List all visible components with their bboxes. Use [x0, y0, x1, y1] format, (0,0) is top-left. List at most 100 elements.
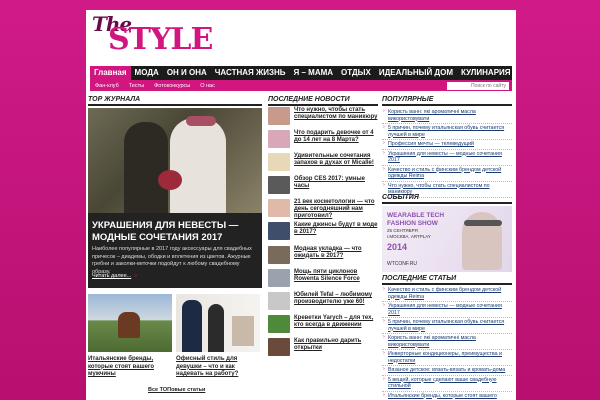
- nav-item-private-life[interactable]: ЧАСТНАЯ ЖИЗНЬ: [211, 66, 290, 80]
- list-item[interactable]: Украшения для невесты — модные сочетания…: [382, 302, 512, 318]
- subnav-item-tests[interactable]: Тесты: [124, 83, 149, 89]
- site-logo[interactable]: The STYLE: [90, 12, 213, 64]
- nav-item-ideal-home[interactable]: ИДЕАЛЬНЫЙ ДОМ: [375, 66, 457, 80]
- smart-glasses: [464, 220, 502, 226]
- list-item[interactable]: Итальянские бренды, которые стоят вашего…: [382, 392, 512, 400]
- news-thumb[interactable]: [268, 176, 290, 195]
- list-item[interactable]: Користь ванн: які ароматичні масла викор…: [382, 334, 512, 350]
- list-item[interactable]: Модная укладка — что ожидать в 2017?: [268, 245, 378, 269]
- read-more-arrow: »: [134, 273, 138, 279]
- logo-style: STYLE: [108, 22, 213, 57]
- featured-headline[interactable]: УКРАШЕНИЯ ДЛЯ НЕВЕСТЫ — МОДНЫЕ СОЧЕТАНИЯ…: [92, 220, 260, 244]
- bride-figure: [170, 118, 226, 213]
- section-title-latest: ПОСЛЕДНИЕ СТАТЬИ: [382, 275, 512, 285]
- event-site: WTCONF.RU: [387, 261, 417, 267]
- nav-item-leisure[interactable]: ОТДЫХ: [337, 66, 375, 80]
- news-title[interactable]: Удивительные сочетания запахов в духах о…: [294, 153, 378, 167]
- news-title[interactable]: Какие джинсы будут в моде в 2017?: [294, 222, 378, 236]
- news-thumb[interactable]: [268, 291, 290, 310]
- featured-excerpt: Наиболее популярные в 2017 году аксессуа…: [92, 246, 252, 275]
- list-item[interactable]: Профессия мечты — телеведущий: [382, 140, 512, 150]
- nav-item-home[interactable]: Главная: [90, 66, 131, 80]
- list-item[interactable]: 5 вещей, которые сделают ваше свадебную …: [382, 376, 512, 392]
- read-more-link[interactable]: Читать далее...: [92, 273, 131, 279]
- list-item[interactable]: 5 причин, почему итальянская обувь счита…: [382, 124, 512, 140]
- list-item[interactable]: Качество и стиль с финским брендом детск…: [382, 166, 512, 182]
- all-top-link[interactable]: Все ТОПовые статьи: [148, 387, 205, 393]
- list-item[interactable]: Вязаное детское: вязать-вязать и кровать…: [382, 366, 512, 376]
- event-place: г.МОСКВА, ARTPLAY: [387, 234, 431, 239]
- news-title[interactable]: Что нужно, чтобы стать специалистом по м…: [294, 107, 378, 121]
- section-title-top: ТОР ЖУРНАЛА: [88, 96, 262, 106]
- news-thumb[interactable]: [268, 314, 290, 333]
- accessories: [232, 316, 254, 346]
- featured-article[interactable]: УКРАШЕНИЯ ДЛЯ НЕВЕСТЫ — МОДНЫЕ СОЧЕТАНИЯ…: [88, 108, 262, 288]
- caption-italian-brands[interactable]: Итальянские бренды, которые стоят вашего…: [88, 356, 174, 379]
- subnav-item-photo-contests[interactable]: Фотоконкурсы: [149, 83, 195, 89]
- event-line-2: FASHION SHOW: [387, 219, 438, 227]
- groom-figure: [124, 122, 168, 213]
- event-line-1: WEARABLE TECH: [387, 212, 445, 219]
- news-title[interactable]: Что подарить девочке от 4 до 14 лет на 8…: [294, 130, 378, 144]
- news-title[interactable]: Модная укладка — что ожидать в 2017?: [294, 246, 378, 260]
- horse-figure: [118, 312, 140, 338]
- main-nav: Главная МОДА ОН И ОНА ЧАСТНАЯ ЖИЗНЬ Я – …: [90, 66, 512, 80]
- subnav-item-fanclub[interactable]: Фан-клуб: [90, 83, 124, 89]
- model-figure-1: [182, 300, 202, 352]
- sub-nav: Фан-клуб Тесты Фотоконкурсы О нас Поиск …: [90, 80, 512, 91]
- nav-item-mom[interactable]: Я – МАМА: [290, 66, 338, 80]
- caption-office-style[interactable]: Офисный стиль для девушки – что и как на…: [176, 356, 262, 379]
- thumb-italian-brands[interactable]: [88, 294, 172, 352]
- list-item[interactable]: Украшения для невесты — модные сочетания…: [382, 150, 512, 166]
- list-item[interactable]: Удивительные сочетания запахов в духах о…: [268, 153, 378, 176]
- list-item[interactable]: Что подарить девочке от 4 до 14 лет на 8…: [268, 130, 378, 153]
- news-thumb[interactable]: [268, 222, 290, 241]
- subnav-item-about[interactable]: О нас: [195, 83, 220, 89]
- section-title-events: СОБЫТИЯ: [382, 194, 512, 204]
- section-title-popular: ПОПУЛЯРНЫЕ: [382, 96, 512, 106]
- nav-item-he-and-she[interactable]: ОН И ОНА: [163, 66, 211, 80]
- flower-crown: [186, 116, 216, 126]
- news-title[interactable]: Обзор CES 2017: умные часы: [294, 176, 378, 190]
- list-item[interactable]: Мощь пяти циклонов Rowenta Silence Force: [268, 268, 378, 292]
- news-thumb[interactable]: [268, 130, 290, 149]
- news-thumb[interactable]: [268, 268, 290, 287]
- list-item[interactable]: 21 век косметологии — что день сегодняшн…: [268, 199, 378, 222]
- list-item[interactable]: Обзор CES 2017: умные часы: [268, 176, 378, 199]
- thumb-office-style[interactable]: [176, 294, 260, 352]
- news-title[interactable]: 21 век косметологии — что день сегодняшн…: [294, 199, 378, 220]
- latest-list: Качество и стиль с финским брендом детск…: [382, 286, 512, 400]
- nav-item-fashion[interactable]: МОДА: [131, 66, 163, 80]
- news-thumb[interactable]: [268, 337, 290, 356]
- section-title-news: ПОСЛЕДНИЕ НОВОСТИ: [268, 96, 378, 106]
- event-details: 25 СЕНТЯБРЯ г.МОСКВА, ARTPLAY: [387, 228, 431, 240]
- event-banner[interactable]: WEARABLE TECH FASHION SHOW 25 СЕНТЯБРЯ г.М…: [382, 206, 512, 272]
- list-item[interactable]: Користь ванн: які ароматичні масла викор…: [382, 108, 512, 124]
- news-title[interactable]: Как правильно дарить открытки: [294, 338, 378, 352]
- list-item[interactable]: Юбилей Tefal – любимому производителю уж…: [268, 291, 378, 315]
- news-thumb[interactable]: [268, 153, 290, 172]
- list-item[interactable]: Качество и стиль с финским брендом детск…: [382, 286, 512, 302]
- bouquet: [158, 170, 182, 190]
- list-item[interactable]: 5 причин, почему итальянская обувь счита…: [382, 318, 512, 334]
- news-title[interactable]: Креветки Yarych – для тех, кто всегда в …: [294, 315, 378, 329]
- list-item[interactable]: Какие джинсы будут в моде в 2017?: [268, 222, 378, 245]
- news-list: Что нужно, чтобы стать специалистом по м…: [268, 107, 378, 361]
- event-date: 25 СЕНТЯБРЯ: [387, 228, 418, 233]
- news-thumb[interactable]: [268, 245, 290, 264]
- search-input[interactable]: Поиск по сайту: [447, 81, 509, 90]
- news-thumb[interactable]: [268, 199, 290, 218]
- news-title[interactable]: Мощь пяти циклонов Rowenta Silence Force: [294, 269, 378, 283]
- list-item[interactable]: Что нужно, чтобы стать специалистом по м…: [268, 107, 378, 130]
- popular-list: Користь ванн: які ароматичні масла викор…: [382, 108, 512, 198]
- event-year: 2014: [387, 242, 408, 252]
- featured-photo[interactable]: [88, 108, 262, 213]
- news-thumb[interactable]: [268, 107, 290, 125]
- list-item[interactable]: Инверторные кондиционеры, преимущества и…: [382, 350, 512, 366]
- event-title-1: WEARABLE TECH FASHION SHOW: [387, 212, 444, 227]
- list-item[interactable]: Как правильно дарить открытки: [268, 337, 378, 361]
- nav-item-cooking[interactable]: КУЛИНАРИЯ: [457, 66, 515, 80]
- list-item[interactable]: Креветки Yarych – для тех, кто всегда в …: [268, 314, 378, 338]
- page-container: The STYLE Главная МОДА ОН И ОНА ЧАСТНАЯ …: [86, 10, 516, 400]
- news-title[interactable]: Юбилей Tefal – любимому производителю уж…: [294, 292, 378, 306]
